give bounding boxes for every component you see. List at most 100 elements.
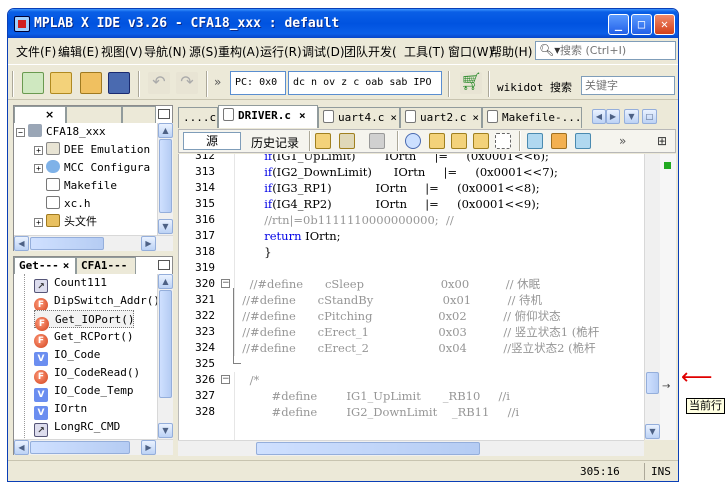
menu-run[interactable]: 运行(R)	[260, 43, 302, 60]
code-line[interactable]: 316 //rtn|=0b1111110000000000; //	[179, 212, 658, 228]
scroll-thumb[interactable]	[256, 442, 480, 455]
scroll-thumb[interactable]	[646, 372, 659, 394]
scroll-right-icon[interactable]: ▶	[141, 440, 156, 455]
minimize-button[interactable]: _	[608, 14, 629, 35]
cart-icon[interactable]: 🛒︎	[460, 72, 482, 94]
tab-projects[interactable]: ×	[14, 106, 66, 123]
tab-file-1[interactable]: ....c	[178, 107, 218, 128]
list-item[interactable]: F DipSwitch_Addr()	[34, 292, 157, 312]
scroll-thumb[interactable]	[30, 237, 104, 250]
tab-driver-c[interactable]: DRIVER.c ×	[218, 105, 318, 128]
menu-edit[interactable]: 编辑(E)	[58, 43, 99, 60]
menu-navigate[interactable]: 导航(N)	[144, 43, 186, 60]
find-next-icon[interactable]	[451, 133, 467, 149]
menu-debug[interactable]: 调试(D)	[302, 43, 345, 60]
editor-horizontal-scrollbar[interactable]	[178, 440, 644, 456]
current-line-marker-icon[interactable]: →	[662, 381, 670, 392]
list-item-selected[interactable]: F Get_IOPort()	[34, 310, 134, 331]
quick-search-box[interactable]: 🔍︎▾	[535, 41, 676, 60]
scroll-down-icon[interactable]: ▼	[158, 219, 173, 234]
maximize-editor-icon[interactable]: □	[642, 109, 657, 124]
code-line[interactable]: 318 }	[179, 244, 658, 260]
scroll-thumb[interactable]	[159, 290, 172, 398]
menu-help[interactable]: 帮助(H)	[490, 43, 532, 60]
scroll-up-icon[interactable]: ▲	[158, 274, 173, 289]
list-item[interactable]: F Get_RCPort()	[34, 328, 133, 348]
list-item[interactable]: F IO_CodeRead()	[34, 364, 140, 384]
code-line[interactable]: 312 if(IG1_UpLimit) IOrtn |= (0x0001<<6)…	[179, 154, 658, 164]
wikidot-keyword-input[interactable]	[581, 76, 675, 95]
back-icon[interactable]	[339, 133, 355, 149]
projects-vertical-scrollbar[interactable]: ▲ ▼	[157, 123, 173, 235]
minimize-panel-icon[interactable]	[158, 260, 170, 270]
chevron-more-icon[interactable]: »	[214, 75, 221, 89]
fold-toggle-icon[interactable]: −	[221, 375, 230, 384]
menu-file[interactable]: 文件(F)	[16, 43, 56, 60]
menu-view[interactable]: 视图(V)	[101, 43, 143, 60]
find-selection-icon[interactable]	[473, 133, 489, 149]
navigator-horizontal-scrollbar[interactable]: ◀ ▶	[14, 439, 173, 455]
find-icon[interactable]	[405, 133, 421, 149]
chevron-more-icon[interactable]: »	[619, 134, 626, 148]
scroll-up-icon[interactable]: ▲	[158, 123, 173, 138]
code-line[interactable]: 315 if(IG4_RP2) IOrtn |= (0x0001<<9);	[179, 196, 658, 212]
list-item[interactable]: ↗ LongRC_CMD	[34, 418, 120, 437]
find-previous-icon[interactable]	[429, 133, 445, 149]
tree-item-folder[interactable]: + DEE Emulation	[34, 141, 150, 159]
source-view-button[interactable]: 源	[183, 132, 241, 150]
forward-icon[interactable]	[369, 133, 385, 149]
close-icon[interactable]: ×	[45, 107, 54, 122]
list-item[interactable]: ↗ Count111	[34, 274, 107, 293]
scroll-down-icon[interactable]: ▼	[158, 423, 173, 438]
code-line[interactable]: 313 if(IG2_DownLimit) IOrtn |= (0x0001<<…	[179, 164, 658, 180]
minimize-panel-icon[interactable]	[158, 109, 170, 119]
scroll-right-icon[interactable]: ▶	[141, 236, 156, 251]
list-item[interactable]: V IOrtn	[34, 400, 87, 420]
undo-icon[interactable]: ↶	[148, 72, 170, 94]
code-line[interactable]: 325	[179, 356, 658, 372]
close-icon[interactable]: ×	[299, 109, 306, 122]
scroll-thumb[interactable]	[159, 139, 172, 213]
list-item[interactable]: V IO_Code_Temp	[34, 382, 133, 402]
code-line[interactable]: 314 if(IG3_RP1) IOrtn |= (0x0001<<8);	[179, 180, 658, 196]
tab-scroll-left-icon[interactable]: ◀	[592, 109, 606, 124]
title-bar[interactable]: MPLAB X IDE v3.26 - CFA18_xxx : default …	[8, 9, 678, 38]
close-icon[interactable]: ×	[472, 111, 479, 124]
new-file-icon[interactable]	[22, 72, 44, 94]
menu-team[interactable]: 团队开发(	[344, 43, 397, 60]
quick-search-input[interactable]	[560, 43, 672, 58]
tab-navigator-2[interactable]: CFA1---	[76, 257, 136, 274]
scroll-left-icon[interactable]: ◀	[14, 236, 29, 251]
code-line[interactable]: 328 #define IG2_DownLimit _RB11 //i	[179, 404, 658, 420]
redo-icon[interactable]: ↷	[176, 72, 198, 94]
code-line[interactable]: 324 //#define cErect_2 0x04 //竖立状态2 (桅杆	[179, 340, 658, 356]
search-icon[interactable]: 🔍︎▾	[539, 43, 560, 57]
code-line[interactable]: 317 return IOrtn;	[179, 228, 658, 244]
close-icon[interactable]: ×	[390, 111, 397, 124]
menu-source[interactable]: 源(S)	[189, 43, 218, 60]
split-editor-icon[interactable]: ⊞	[657, 134, 667, 148]
new-project-icon[interactable]	[50, 72, 72, 94]
close-button[interactable]: ✕	[654, 14, 675, 35]
scroll-down-icon[interactable]: ▼	[645, 424, 660, 439]
menu-refactor[interactable]: 重构(A)	[218, 43, 260, 60]
menu-tools[interactable]: 工具(T)	[404, 43, 445, 60]
code-line[interactable]: 326− /*	[179, 372, 658, 388]
menu-window[interactable]: 窗口(W)	[448, 43, 493, 60]
tree-item-header-files[interactable]: + 头文件	[34, 213, 97, 231]
tree-item-project[interactable]: − CFA18_xxx	[16, 123, 106, 141]
tab-scroll-right-icon[interactable]: ▶	[606, 109, 620, 124]
code-line[interactable]: 327 #define IG1_UpLimit _RB10 //i	[179, 388, 658, 404]
list-item[interactable]: V IO_Code	[34, 346, 100, 366]
tab-list-dropdown-icon[interactable]: ▼	[624, 109, 639, 124]
toggle-bookmark-icon[interactable]	[575, 133, 591, 149]
scroll-thumb[interactable]	[30, 441, 130, 454]
navigator-vertical-scrollbar[interactable]: ▲ ▼	[157, 274, 173, 439]
maximize-button[interactable]: □	[631, 14, 652, 35]
tab-files[interactable]	[66, 106, 122, 123]
save-all-icon[interactable]	[108, 72, 130, 94]
close-icon[interactable]: ×	[63, 259, 70, 272]
next-bookmark-icon[interactable]	[551, 133, 567, 149]
tree-item-mcc[interactable]: + MCC Configura	[34, 159, 150, 177]
tab-navigator[interactable]: Get--- ×	[14, 257, 76, 274]
